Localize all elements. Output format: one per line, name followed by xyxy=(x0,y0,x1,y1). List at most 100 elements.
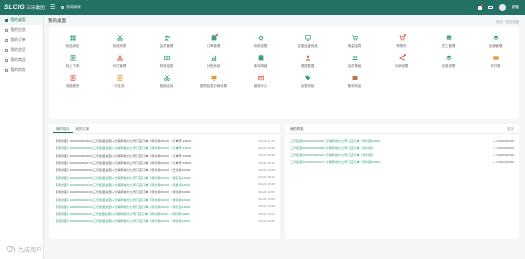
avatar[interactable] xyxy=(498,4,506,11)
bell-icon[interactable] xyxy=(477,4,483,10)
shop-link[interactable]: 前端商城 xyxy=(61,5,81,10)
quick-tile[interactable]: 会员等级 xyxy=(331,53,378,73)
gear-icon xyxy=(257,35,264,41)
quick-tile[interactable]: 线上下单 xyxy=(49,53,96,73)
todo-text[interactable]: 【待处理】2020050300111(三乐集团总部)+分销商城分公司门店订单《待… xyxy=(54,211,253,216)
todo-text[interactable]: 【待处理】2020050300191(三乐集团总部)+分销商城分公司门店订单《待… xyxy=(54,138,253,143)
sidebar-item[interactable]: 我的订单 xyxy=(0,35,43,45)
menu-icon xyxy=(5,58,8,62)
quick-tile[interactable]: 代付单 xyxy=(472,53,519,73)
quick-tile-label: 营销中心 xyxy=(253,84,268,88)
todo-text[interactable]: 【待处理】2020050300120(三乐集团总部)+分销商城分公司门店订单《待… xyxy=(54,204,253,209)
message-icon[interactable] xyxy=(487,5,493,10)
menu-toggle-icon[interactable]: ☰ xyxy=(50,5,55,11)
cart-icon xyxy=(398,33,406,41)
list-item[interactable]: 【待处理】2020050300120(三乐集团总部)+分销商城分公司门店订单《待… xyxy=(54,203,275,210)
menu-icon xyxy=(5,38,8,42)
quick-tile[interactable]: 购物车 xyxy=(378,33,425,53)
menu-icon xyxy=(5,48,8,52)
sidebar-item[interactable]: 我的会员 xyxy=(0,45,43,55)
quick-tile[interactable]: 中业务 xyxy=(96,73,143,93)
quick-tile[interactable]: 营销活动 xyxy=(143,73,190,93)
quick-tile[interactable]: 代付管理 xyxy=(96,53,143,73)
quick-tile[interactable]: 商品列表 xyxy=(96,33,143,53)
list-item[interactable]: 【待处理】2020050300166(三乐集团总部)+分销商城分公司门店订单《待… xyxy=(54,166,275,173)
todo-text[interactable]: 【待处理】2020050300140(三乐集团总部)+分销商城分公司门店订单《待… xyxy=(54,189,253,194)
quick-tile[interactable]: 员工管理 xyxy=(425,33,472,53)
todo-text[interactable]: 【待处理】2020050300171(三乐集团总部)+分销商城分公司门店订单《待… xyxy=(54,160,253,165)
quick-tile[interactable]: 订单管理 xyxy=(190,33,237,53)
quick-tile[interactable]: 营销中心 xyxy=(237,73,284,93)
list-item[interactable]: 三乐集团2020050300191 分销商城分公司门店订单《待付款2020》 + … xyxy=(285,137,519,144)
financial-amount: + 7,062,240.00 xyxy=(493,159,514,164)
financial-text[interactable]: 三乐集团2020050300185 分销商城分公司门店订单《待付款》 xyxy=(290,145,480,150)
top-bar: SLCIG 三乐集团 ☰ 前端商城 超管 xyxy=(0,0,525,15)
page-title: 我的桌面 xyxy=(48,18,66,23)
quick-tile[interactable]: 商品添加 xyxy=(49,33,96,53)
financial-text[interactable]: 三乐集团2020050300183 分销商城分公司门店订单《待付款》 xyxy=(290,152,480,157)
list-item[interactable]: 【待处理】2020050300149(三乐集团总部)+分销商城分公司门店订单《待… xyxy=(54,181,275,188)
quick-tile-label: 营销活动 xyxy=(159,84,174,88)
todo-date: 09-24 14:50 xyxy=(258,204,275,209)
layers-icon xyxy=(445,55,452,61)
list-item[interactable]: 【待处理】2020050300191(三乐集团总部)+分销商城分公司门店订单《待… xyxy=(54,137,275,144)
shop-link-label: 前端商城 xyxy=(66,5,81,9)
top-right-tools: 超管 xyxy=(477,0,519,15)
list-item[interactable]: 【待处理】2020050300102(三乐集团总部)+分销商城分公司门店订单《待… xyxy=(54,217,275,224)
quick-tile[interactable]: 分销设置 xyxy=(378,53,425,73)
quick-tile[interactable]: 店铺管理 xyxy=(472,33,519,53)
sidebar-item[interactable]: 我的信息 xyxy=(0,25,43,35)
quick-tile[interactable]: 优惠设置 xyxy=(425,53,472,73)
list-item[interactable]: 三乐集团2020050300183 分销商城分公司门店订单《待付款》 + 7,00… xyxy=(285,151,519,158)
list-item[interactable]: 【待处理】2020050300111(三乐集团总部)+分销商城分公司门店订单《待… xyxy=(54,210,275,217)
list-item[interactable]: 【待处理】2020050300183(三乐集团总部)+分销商城分公司门店订单《待… xyxy=(54,152,275,159)
sidebar-item[interactable]: 我的桌面 xyxy=(0,15,43,25)
quick-tile[interactable]: 优惠码批 xyxy=(284,73,331,93)
tab-1[interactable]: 我的订单 xyxy=(73,124,93,133)
financial-text[interactable]: 三乐集团2020050300171 分销商城分公司门店订单《待付款2020》 xyxy=(290,159,480,164)
list-item[interactable]: 【待处理】2020050300140(三乐集团总部)+分销商城分公司门店订单《待… xyxy=(54,188,275,195)
todo-date: 09-24 15:56 xyxy=(258,167,275,172)
quick-tile[interactable]: 消费服务 xyxy=(49,73,96,93)
brand-logo[interactable]: SLCIG 三乐集团 xyxy=(0,4,46,11)
scissors-icon xyxy=(116,55,123,61)
todo-date: 09-24 17:44 xyxy=(258,138,275,143)
quick-tile[interactable]: 团购批发分销设置 xyxy=(190,73,237,93)
quick-access-panel: 商品添加 商品列表 会员管理 订单管理 系统设置 全国连锁商品 佣金结算 购物车 员工管理 店铺管… xyxy=(49,27,519,119)
todo-text[interactable]: 【待处理】2020050300132(三乐集团总部)+分销商城分公司门店订单《待… xyxy=(54,197,253,202)
quick-tile[interactable]: 调拨数据 xyxy=(284,53,331,73)
breadcrumb[interactable]: 首页 / 我的桌面 xyxy=(496,19,519,24)
quick-tile[interactable]: 全国连锁商品 xyxy=(284,33,331,53)
sidebar-item-label: 我的信息 xyxy=(10,27,26,32)
user-name[interactable]: 超管 xyxy=(512,5,519,10)
quick-tile-label: 消费服务 xyxy=(65,84,80,88)
todo-text[interactable]: 【待处理】2020050300183(三乐集团总部)+分销商城分公司门店订单《待… xyxy=(54,153,253,158)
todo-date: 09-24 16:30 xyxy=(258,153,275,158)
quick-tile[interactable]: 服务商品 xyxy=(331,73,378,93)
list-item[interactable]: 【待处理】2020050300185(三乐集团总部)+分销商城分公司门店订单《待… xyxy=(54,144,275,151)
list-item[interactable]: 三乐集团2020050300171 分销商城分公司门店订单《待付款2020》 + … xyxy=(285,158,519,165)
todo-text[interactable]: 【待处理】2020050300185(三乐集团总部)+分销商城分公司门店订单《待… xyxy=(54,145,253,150)
quick-tile[interactable]: 佣金结算 xyxy=(331,33,378,53)
quick-tile[interactable]: 库存明细 xyxy=(237,53,284,73)
quick-tile[interactable]: 分账系统 xyxy=(190,53,237,73)
todo-text[interactable]: 【待处理】2020050300158(三乐集团总部)+分销商城分公司门店订单《待… xyxy=(54,175,253,180)
sidebar-item[interactable]: 我的商品 xyxy=(0,55,43,65)
quick-tile[interactable]: 会员管理 xyxy=(143,33,190,53)
todo-text[interactable]: 【待处理】2020050300102(三乐集团总部)+分销商城分公司门店订单《待… xyxy=(54,218,253,223)
quick-tile[interactable]: 系统设置 xyxy=(237,33,284,53)
financial-panel: 我的财务 更多 三乐集团2020050300191 分销商城分公司门店订单《待付… xyxy=(285,124,519,239)
mail-icon xyxy=(257,75,264,81)
todo-text[interactable]: 【待处理】2020050300166(三乐集团总部)+分销商城分公司门店订单《待… xyxy=(54,167,253,172)
todo-text[interactable]: 【待处理】2020050300149(三乐集团总部)+分销商城分公司门店订单《待… xyxy=(54,182,253,187)
list-item[interactable]: 【待处理】2020050300171(三乐集团总部)+分销商城分公司门店订单《待… xyxy=(54,159,275,166)
financial-text[interactable]: 三乐集团2020050300191 分销商城分公司门店订单《待付款2020》 xyxy=(290,138,480,143)
quick-tile[interactable]: 财务结算 xyxy=(143,53,190,73)
sidebar-item[interactable]: 我的财务 xyxy=(0,65,43,75)
quick-tile-label: 库存明细 xyxy=(253,64,268,68)
list-item[interactable]: 【待处理】2020050300158(三乐集团总部)+分销商城分公司门店订单《待… xyxy=(54,173,275,180)
more-link[interactable]: 更多 xyxy=(507,126,514,131)
list-item[interactable]: 三乐集团2020050300185 分销商城分公司门店订单《待付款》 + 7,00… xyxy=(285,144,519,151)
tab-0[interactable]: 我的待办 xyxy=(53,124,73,133)
list-item[interactable]: 【待处理】2020050300132(三乐集团总部)+分销商城分公司门店订单《待… xyxy=(54,195,275,202)
